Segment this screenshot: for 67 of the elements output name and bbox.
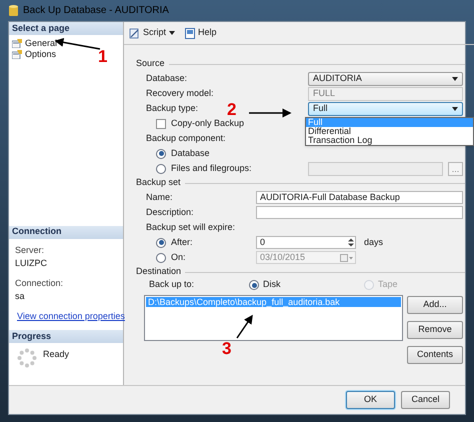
panel-header: Select a page <box>9 22 123 35</box>
radio-label: Database <box>171 146 210 160</box>
radio-label: Files and filegroups: <box>171 162 252 175</box>
script-button[interactable]: Script <box>129 26 176 40</box>
spinner-icon <box>17 348 37 368</box>
days-spinner[interactable]: 0 <box>256 236 356 249</box>
annotation-number: 2 <box>227 101 236 118</box>
action-button[interactable]: Remove <box>407 321 463 339</box>
radio-button[interactable] <box>249 280 259 290</box>
caret-icon <box>452 106 458 110</box>
radio-label: After: <box>171 236 193 249</box>
backup-type-dropdown[interactable]: Full <box>308 102 463 116</box>
field-label: Back up to: <box>149 278 196 292</box>
unit-label: days <box>364 236 384 249</box>
group-title: Source <box>136 57 165 70</box>
radio-button[interactable] <box>156 164 166 174</box>
page-item[interactable]: General <box>12 38 58 49</box>
description-field[interactable] <box>256 206 463 219</box>
progress-status: Ready <box>43 348 70 361</box>
calendar-icon <box>340 254 353 262</box>
menu-option[interactable]: Transaction Log <box>306 136 473 145</box>
annotation-arrow <box>54 38 100 50</box>
radio-button[interactable] <box>156 238 166 248</box>
panel-header: Connection <box>9 226 123 238</box>
action-button[interactable]: Add... <box>407 296 463 314</box>
field-label: Backup type: <box>146 102 198 115</box>
group-title: Backup set <box>136 176 181 190</box>
field-value: sa <box>15 290 26 303</box>
page-icon <box>12 39 22 48</box>
page-item[interactable]: Options <box>12 49 56 60</box>
field-label: Name: <box>146 190 173 204</box>
radio-label: Tape <box>378 278 398 292</box>
field-label: Server: <box>15 244 46 256</box>
help-icon <box>185 28 196 38</box>
radio-label: Disk <box>263 278 280 292</box>
database-icon <box>9 4 18 16</box>
connection-properties-link[interactable]: View connection properties <box>17 310 125 323</box>
annotation-number: 1 <box>98 48 108 65</box>
caret-icon <box>169 31 176 35</box>
radio-button[interactable] <box>156 148 166 158</box>
field-label: Database: <box>146 72 188 85</box>
annotation-arrow <box>236 314 253 338</box>
copy-only-checkbox[interactable]: Copy-only Backup <box>156 116 244 130</box>
help-button[interactable]: Help <box>185 26 217 40</box>
dialog-button[interactable]: OK <box>346 391 395 409</box>
action-button[interactable]: Contents <box>407 346 463 364</box>
dialog-button[interactable]: Cancel <box>401 391 450 409</box>
menu-option[interactable]: Differential <box>306 127 473 136</box>
script-icon <box>129 28 140 38</box>
page-icon <box>12 50 22 59</box>
field-label: Connection: <box>15 276 64 290</box>
panel-header: Progress <box>9 330 123 343</box>
name-field[interactable]: AUDITORIA-Full Database Backup <box>256 191 463 204</box>
group-title: Destination <box>136 265 182 278</box>
database-dropdown[interactable]: AUDITORIA <box>308 72 463 86</box>
recovery-model-field: FULL <box>308 86 463 100</box>
caret-icon <box>452 76 458 80</box>
field-label: Recovery model: <box>146 86 214 100</box>
field-value: LUIZPC <box>15 257 48 270</box>
field-label: Backup component: <box>146 132 226 145</box>
field-label: Description: <box>146 206 194 219</box>
spin-arrows-icon <box>347 237 355 248</box>
window-title: Back Up Database - AUDITORIA <box>23 4 169 18</box>
annotation-number: 3 <box>222 340 232 357</box>
field-label: Backup set will expire: <box>146 220 236 234</box>
annotation-arrow <box>249 108 292 118</box>
radio-label: On: <box>171 250 186 264</box>
